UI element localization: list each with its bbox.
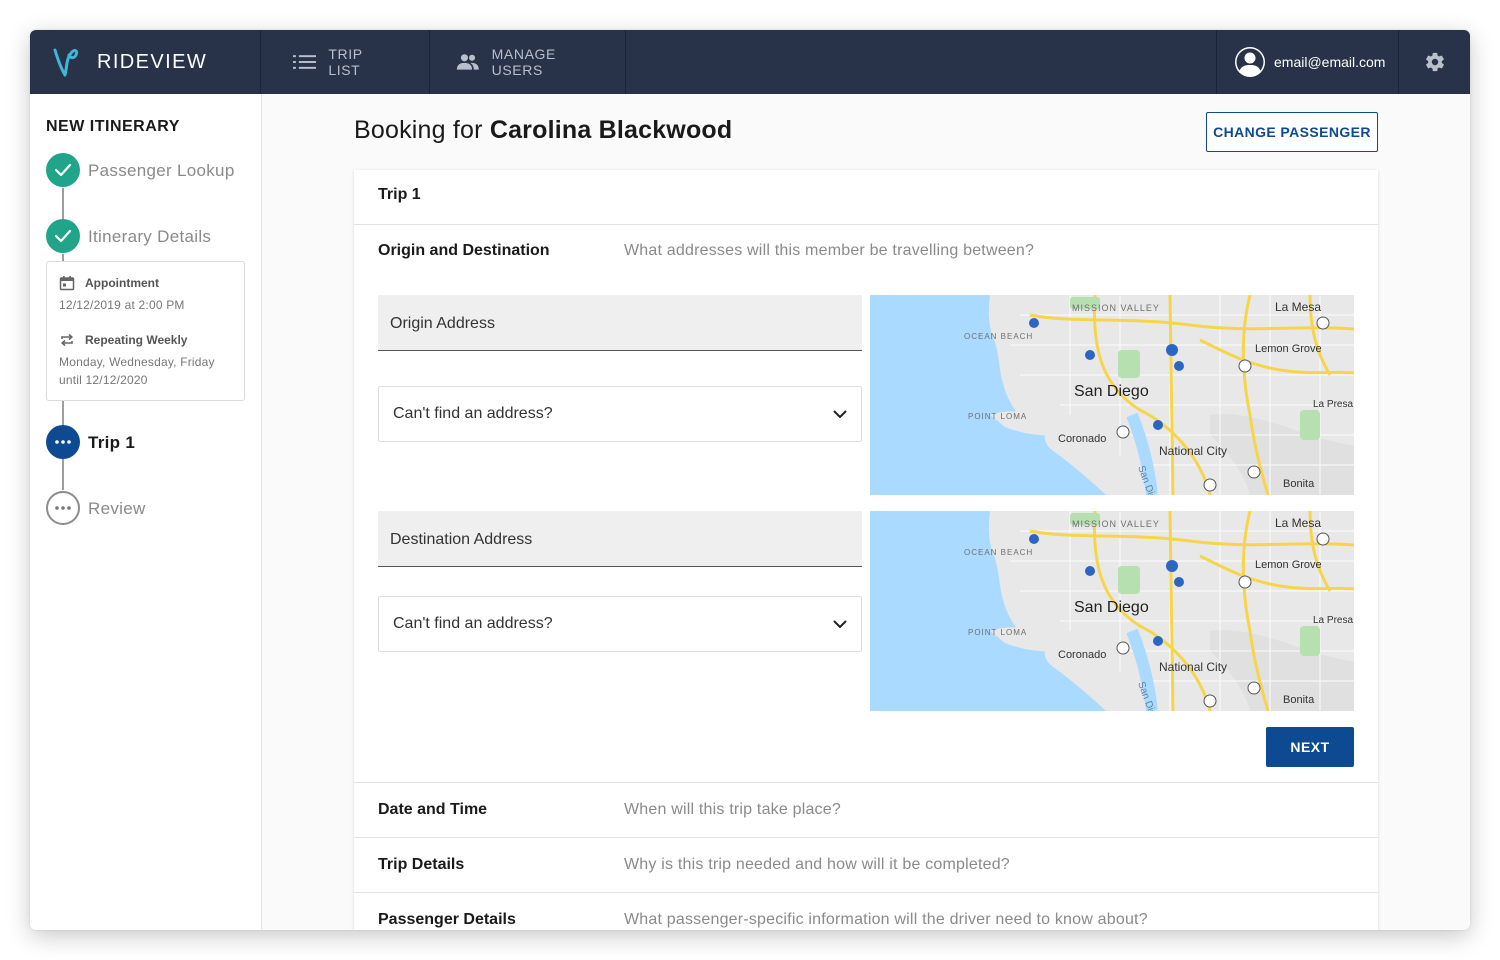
app-name: RIDEVIEW — [97, 50, 208, 73]
page-title: Booking for Carolina Blackwood — [354, 116, 732, 145]
map-label-lemon-grove: Lemon Grove — [1255, 559, 1322, 571]
booking-prefix: Booking for — [354, 116, 483, 144]
nav-manage-users[interactable]: MANAGE USERS — [430, 30, 626, 94]
top-navigation-bar: RIDEVIEW TRIP LIST MANAGE USERS email@em… — [30, 30, 1470, 94]
destination-cant-find-dropdown[interactable]: Can't find an address? — [378, 596, 862, 652]
more-horizontal-icon — [55, 440, 71, 444]
map-label-ocean-beach: OCEAN BEACH — [964, 548, 1033, 557]
map-label-bonita: Bonita — [1283, 478, 1315, 490]
date-time-description: When will this trip take place? — [624, 801, 841, 818]
trip-details-description: Why is this trip needed and how will it … — [624, 856, 1010, 873]
passenger-details-title[interactable]: Passenger Details — [378, 911, 516, 929]
map-label-ocean-beach: OCEAN BEACH — [964, 332, 1033, 341]
map-label-bonita: Bonita — [1283, 694, 1315, 706]
app-window: RIDEVIEW TRIP LIST MANAGE USERS email@em… — [30, 30, 1470, 930]
repeat-days: Monday, Wednesday, Friday — [59, 355, 215, 369]
sidebar-title: NEW ITINERARY — [46, 118, 180, 135]
origin-cant-find-dropdown[interactable]: Can't find an address? — [378, 386, 862, 442]
map-label-la-presa: La Presa — [1313, 615, 1353, 626]
stepper-connector — [62, 458, 64, 490]
step-trip-1-indicator — [46, 425, 80, 459]
user-email: email@email.com — [1274, 54, 1386, 70]
map-label-point-loma: POINT LOMA — [968, 628, 1027, 637]
user-menu[interactable]: email@email.com — [1216, 30, 1399, 94]
map-label-lemon-grove: Lemon Grove — [1255, 343, 1322, 355]
nav-trip-list[interactable]: TRIP LIST — [261, 30, 430, 94]
itinerary-summary-card: Appointment 12/12/2019 at 2:00 PM Repeat… — [46, 261, 245, 401]
repeat-icon — [60, 333, 74, 347]
section-divider — [354, 892, 1378, 893]
map-graphic: MISSION VALLEY La Mesa OCEAN BEACH Lemon… — [870, 295, 1354, 495]
appointment-title: Appointment — [85, 276, 159, 290]
map-label-point-loma: POINT LOMA — [968, 412, 1027, 421]
origin-destination-title: Origin and Destination — [378, 242, 550, 259]
destination-address-field[interactable]: Destination Address — [378, 511, 862, 567]
step-review-indicator — [46, 491, 80, 525]
step-review[interactable]: Review — [88, 499, 146, 519]
section-divider — [354, 837, 1378, 838]
trip-details-title[interactable]: Trip Details — [378, 856, 464, 874]
stepper-connector — [62, 188, 64, 220]
origin-map[interactable]: MISSION VALLEY La Mesa OCEAN BEACH Lemon… — [870, 295, 1354, 495]
nav-trip-list-label: TRIP LIST — [328, 46, 363, 78]
destination-map[interactable]: MISSION VALLEY La Mesa OCEAN BEACH Lemon… — [870, 511, 1354, 711]
trip-card-title: Trip 1 — [354, 170, 1378, 225]
chevron-down-icon — [833, 410, 847, 418]
map-label-san-diego: San Diego — [1074, 599, 1149, 616]
repeat-until: until 12/12/2020 — [59, 373, 148, 387]
appointment-value: 12/12/2019 at 2:00 PM — [59, 298, 185, 312]
origin-destination-description: What addresses will this member be trave… — [624, 242, 1035, 259]
more-horizontal-icon — [55, 506, 71, 510]
check-icon — [54, 229, 72, 243]
trip-card: Trip 1 Origin and Destination What addre… — [354, 170, 1378, 930]
settings-button[interactable] — [1399, 30, 1470, 94]
cant-find-label: Can't find an address? — [393, 405, 553, 422]
map-label-mission-valley: MISSION VALLEY — [1072, 519, 1160, 529]
map-label-san-diego: San Diego — [1074, 383, 1149, 400]
map-label-national-city: National City — [1159, 444, 1227, 458]
users-icon — [456, 54, 479, 70]
step-passenger-lookup[interactable]: Passenger Lookup — [88, 161, 235, 181]
step-passenger-lookup-check — [46, 153, 80, 187]
rideview-logo-icon — [53, 48, 79, 77]
map-label-mission-valley: MISSION VALLEY — [1072, 303, 1160, 313]
calendar-icon — [59, 276, 75, 291]
date-time-title[interactable]: Date and Time — [378, 801, 487, 819]
section-divider — [354, 782, 1378, 783]
map-label-la-presa: La Presa — [1313, 399, 1353, 410]
step-itinerary-details-check — [46, 219, 80, 253]
map-label-la-mesa: La Mesa — [1275, 516, 1321, 530]
chevron-down-icon — [833, 620, 847, 628]
repeat-title: Repeating Weekly — [85, 333, 188, 347]
passenger-name: Carolina Blackwood — [489, 116, 733, 144]
avatar-icon — [1235, 47, 1265, 77]
nav-manage-users-label: MANAGE USERS — [491, 46, 556, 78]
check-icon — [54, 163, 72, 177]
map-label-coronado: Coronado — [1058, 433, 1106, 445]
brand[interactable]: RIDEVIEW — [30, 30, 261, 94]
next-button[interactable]: NEXT — [1266, 727, 1354, 767]
map-label-national-city: National City — [1159, 660, 1227, 674]
cant-find-label: Can't find an address? — [393, 615, 553, 632]
change-passenger-button[interactable]: CHANGE PASSENGER — [1206, 112, 1378, 152]
step-itinerary-details[interactable]: Itinerary Details — [88, 227, 211, 247]
map-graphic: MISSION VALLEY La Mesa OCEAN BEACH Lemon… — [870, 511, 1354, 711]
map-label-la-mesa: La Mesa — [1275, 300, 1321, 314]
itinerary-sidebar: NEW ITINERARY Passenger Lookup Itinerary… — [30, 94, 262, 930]
step-trip-1[interactable]: Trip 1 — [88, 433, 135, 453]
gear-icon — [1425, 52, 1444, 72]
list-icon — [293, 55, 317, 69]
map-label-coronado: Coronado — [1058, 649, 1106, 661]
passenger-details-description: What passenger-specific information will… — [624, 911, 1148, 928]
origin-address-field[interactable]: Origin Address — [378, 295, 862, 351]
